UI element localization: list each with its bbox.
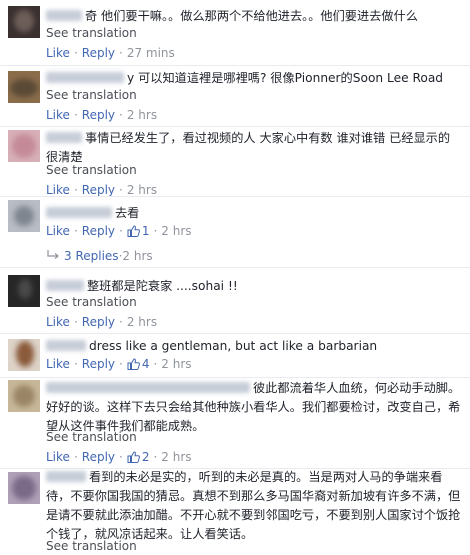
reply-button[interactable]: Reply bbox=[82, 108, 115, 122]
reply-button[interactable]: Reply bbox=[82, 357, 115, 371]
see-translation-link[interactable]: See translation bbox=[46, 163, 137, 177]
comment-text: 去看 bbox=[46, 203, 462, 223]
see-translation-link[interactable]: See translation bbox=[46, 539, 137, 553]
author-name[interactable] bbox=[46, 382, 250, 393]
separator: · bbox=[73, 357, 78, 371]
comment-text: 彼此都流着华人血统，何必动手动脚。好好的谈。这样下去只会给其他种族小看华人。我们… bbox=[46, 381, 461, 433]
timestamp[interactable]: 2 hrs bbox=[161, 450, 191, 464]
separator: · bbox=[73, 108, 78, 122]
like-button[interactable]: Like bbox=[46, 315, 70, 329]
like-count[interactable]: 2 bbox=[142, 450, 150, 464]
divider bbox=[0, 65, 470, 66]
separator: · bbox=[153, 450, 158, 464]
separator: · bbox=[119, 357, 123, 371]
comment-text: 看到的未必是实的，听到的未必是真的。当是两对人马的争端来看待，不要你国我国的猜忌… bbox=[46, 470, 461, 541]
comment-text: y 可以知道這裡是哪裡嗎? 很像Pionner的Soon Lee Road bbox=[46, 68, 462, 88]
see-translation-link[interactable]: See translation bbox=[46, 295, 137, 309]
comment-actions: Like · Reply · 2 · 2 hrs bbox=[46, 450, 192, 464]
author-name[interactable] bbox=[46, 471, 86, 482]
view-replies-link[interactable]: 3 Replies·2 hrs bbox=[46, 249, 153, 263]
timestamp[interactable]: 2 hrs bbox=[161, 357, 191, 371]
timestamp[interactable]: 2 hrs bbox=[127, 108, 157, 122]
comment-actions: Like · Reply · 1 · 2 hrs bbox=[46, 224, 192, 238]
comment-text: 整班都是陀衰家 ....sohai !! bbox=[46, 276, 462, 296]
author-name[interactable] bbox=[46, 207, 112, 218]
separator: · bbox=[153, 357, 158, 371]
comment-actions: Like · Reply · 4 · 2 hrs bbox=[46, 357, 192, 371]
separator: · bbox=[73, 46, 78, 60]
reply-button[interactable]: Reply bbox=[82, 46, 115, 60]
comment-text: dress like a gentleman, but act like a b… bbox=[46, 336, 462, 356]
reply-arrow-icon bbox=[47, 250, 59, 259]
replies-timestamp: 2 hrs bbox=[122, 249, 153, 263]
comment-actions: Like · Reply · 2 hrs bbox=[46, 315, 157, 329]
separator: · bbox=[119, 450, 123, 464]
reply-button[interactable]: Reply bbox=[82, 183, 115, 197]
avatar[interactable] bbox=[8, 6, 40, 38]
thumbs-up-icon bbox=[127, 225, 140, 237]
avatar[interactable] bbox=[8, 380, 40, 412]
separator: · bbox=[153, 224, 158, 238]
divider bbox=[0, 377, 470, 378]
like-button[interactable]: Like bbox=[46, 46, 70, 60]
separator: · bbox=[73, 224, 78, 238]
separator: · bbox=[119, 224, 123, 238]
avatar[interactable] bbox=[8, 130, 40, 162]
thumbs-up-icon bbox=[127, 451, 140, 463]
see-translation-link[interactable]: See translation bbox=[46, 26, 137, 40]
comment-actions: Like · Reply · 2 hrs bbox=[46, 183, 157, 197]
divider bbox=[0, 333, 470, 334]
avatar[interactable] bbox=[8, 275, 40, 307]
separator: · bbox=[119, 315, 123, 329]
author-name[interactable] bbox=[46, 72, 124, 83]
see-translation-link[interactable]: See translation bbox=[46, 430, 137, 444]
separator: · bbox=[73, 450, 78, 464]
timestamp[interactable]: 2 hrs bbox=[161, 224, 191, 238]
divider bbox=[0, 196, 470, 197]
timestamp[interactable]: 2 hrs bbox=[127, 183, 157, 197]
author-name[interactable] bbox=[46, 280, 84, 291]
comment-text: 奇 他们要干嘛。。做么那两个不给他进去。。他们要进去做什么 bbox=[46, 6, 462, 26]
like-count[interactable]: 4 bbox=[142, 357, 150, 371]
timestamp[interactable]: 27 mins bbox=[127, 46, 175, 60]
reply-button[interactable]: Reply bbox=[82, 450, 115, 464]
separator: · bbox=[119, 46, 123, 60]
author-name[interactable] bbox=[46, 10, 82, 21]
comment-text: 事情已经发生了，看过视频的人 大家心中有数 谁对谁错 已经显示的很清楚 bbox=[46, 131, 451, 164]
thumbs-up-icon bbox=[127, 358, 140, 370]
separator: · bbox=[119, 183, 123, 197]
like-button[interactable]: Like bbox=[46, 357, 70, 371]
comment-actions: Like · Reply · 2 hrs bbox=[46, 108, 157, 122]
replies-count[interactable]: 3 Replies bbox=[64, 249, 119, 263]
timestamp[interactable]: 2 hrs bbox=[127, 315, 157, 329]
author-name[interactable] bbox=[46, 340, 86, 351]
like-button[interactable]: Like bbox=[46, 108, 70, 122]
like-count[interactable]: 1 bbox=[142, 224, 150, 238]
reply-button[interactable]: Reply bbox=[82, 224, 115, 238]
divider bbox=[0, 267, 470, 268]
separator: · bbox=[73, 315, 78, 329]
see-translation-link[interactable]: See translation bbox=[46, 88, 137, 102]
like-button[interactable]: Like bbox=[46, 224, 70, 238]
like-button[interactable]: Like bbox=[46, 183, 70, 197]
separator: · bbox=[119, 108, 123, 122]
separator: · bbox=[73, 183, 78, 197]
avatar[interactable] bbox=[8, 71, 40, 103]
avatar[interactable] bbox=[8, 200, 40, 232]
divider bbox=[0, 126, 470, 127]
avatar[interactable] bbox=[8, 472, 40, 504]
author-name[interactable] bbox=[46, 132, 82, 143]
comment-actions: Like · Reply · 27 mins bbox=[46, 46, 175, 60]
reply-button[interactable]: Reply bbox=[82, 315, 115, 329]
avatar[interactable] bbox=[8, 339, 40, 371]
like-button[interactable]: Like bbox=[46, 450, 70, 464]
